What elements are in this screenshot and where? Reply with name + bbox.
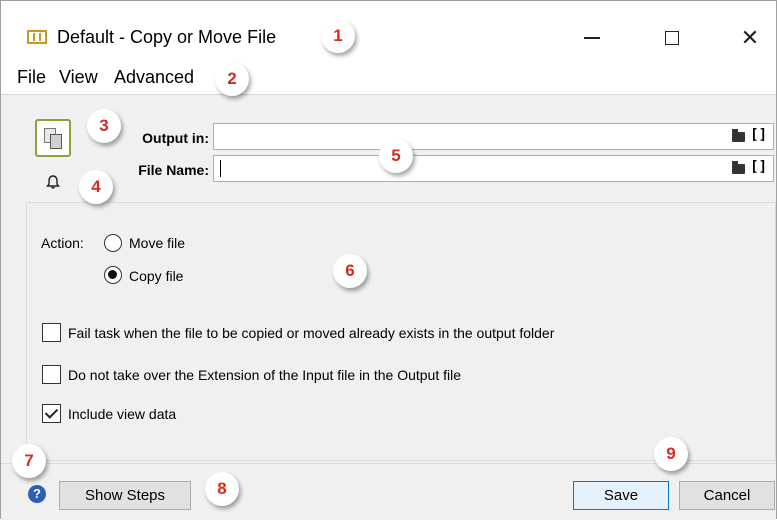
window-title: Default - Copy or Move File bbox=[57, 27, 277, 47]
close-button[interactable]: ✕ bbox=[727, 23, 773, 53]
minimize-icon bbox=[584, 37, 600, 39]
annotation-marker-1: 1 bbox=[321, 19, 355, 53]
radio-copy-file-label: Copy file bbox=[129, 268, 184, 284]
action-label: Action: bbox=[41, 235, 84, 251]
radio-copy-file[interactable] bbox=[104, 266, 122, 284]
annotation-marker-8: 8 bbox=[205, 472, 239, 506]
output-in-label: Output in: bbox=[142, 130, 209, 146]
maximize-button[interactable] bbox=[649, 23, 695, 53]
show-steps-button[interactable]: Show Steps bbox=[59, 481, 191, 510]
menu-bar: File View Advanced bbox=[1, 61, 776, 95]
folder-icon[interactable] bbox=[732, 161, 745, 174]
folder-icon[interactable] bbox=[732, 129, 745, 142]
annotation-marker-3: 3 bbox=[87, 109, 121, 143]
bell-icon[interactable] bbox=[45, 174, 61, 190]
menu-file[interactable]: File bbox=[17, 67, 46, 88]
help-icon[interactable]: ? bbox=[28, 485, 46, 503]
minimize-button[interactable] bbox=[569, 23, 615, 53]
annotation-marker-5: 5 bbox=[379, 139, 413, 173]
output-in-field[interactable]: [] bbox=[213, 123, 774, 150]
copy-file-icon bbox=[44, 128, 64, 150]
checkbox-no-extension[interactable] bbox=[42, 365, 61, 384]
checkbox-fail-if-exists-label: Fail task when the file to be copied or … bbox=[68, 325, 555, 341]
save-button[interactable]: Save bbox=[573, 481, 669, 510]
radio-move-file[interactable] bbox=[104, 234, 122, 252]
checkbox-include-view-data[interactable] bbox=[42, 404, 61, 423]
annotation-marker-9: 9 bbox=[654, 437, 688, 471]
file-name-field[interactable]: [] bbox=[213, 155, 774, 182]
variable-bracket-icon[interactable]: [] bbox=[750, 127, 767, 143]
checkbox-include-view-data-label: Include view data bbox=[68, 406, 177, 422]
close-icon: ✕ bbox=[740, 25, 760, 50]
annotation-marker-4: 4 bbox=[79, 170, 113, 204]
annotation-marker-2: 2 bbox=[215, 62, 249, 96]
title-bar: Default - Copy or Move File ✕ bbox=[1, 1, 776, 61]
maximize-icon bbox=[665, 31, 679, 45]
checkbox-fail-if-exists[interactable] bbox=[42, 323, 61, 342]
cancel-button[interactable]: Cancel bbox=[679, 481, 775, 510]
radio-move-file-label: Move file bbox=[129, 235, 186, 251]
variable-bracket-icon[interactable]: [] bbox=[750, 159, 767, 175]
menu-view[interactable]: View bbox=[59, 67, 98, 88]
checkbox-no-extension-label: Do not take over the Extension of the In… bbox=[68, 367, 462, 383]
annotation-marker-7: 7 bbox=[12, 444, 46, 478]
annotation-marker-6: 6 bbox=[333, 254, 367, 288]
app-icon bbox=[27, 30, 47, 44]
file-name-label: File Name: bbox=[138, 162, 209, 178]
menu-advanced[interactable]: Advanced bbox=[114, 67, 194, 88]
dialog-window: Default - Copy or Move File ✕ File View … bbox=[0, 0, 777, 520]
tool-type-button[interactable] bbox=[35, 119, 71, 157]
